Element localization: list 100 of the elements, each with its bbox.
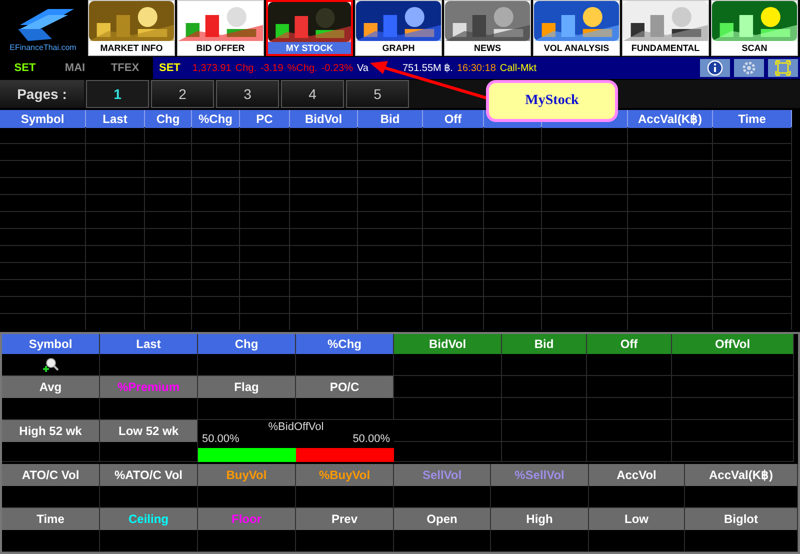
table-cell bbox=[290, 127, 358, 144]
column-header[interactable]: BidVol bbox=[290, 110, 358, 128]
nav-tile[interactable]: BID OFFER bbox=[177, 0, 264, 56]
ticker-text: 751.55M ฿. bbox=[402, 62, 453, 74]
field-label: High bbox=[526, 512, 553, 526]
table-cell bbox=[423, 229, 484, 246]
table-cell bbox=[192, 195, 240, 212]
page-tab[interactable]: 2 bbox=[151, 80, 214, 108]
table-cell bbox=[484, 229, 542, 246]
table-cell bbox=[423, 263, 484, 280]
table-cell bbox=[240, 212, 290, 229]
ticker-text: Va bbox=[356, 62, 368, 74]
table-cell bbox=[192, 263, 240, 280]
nav-tile[interactable]: NEWS bbox=[444, 0, 531, 56]
table-cell bbox=[290, 246, 358, 263]
ticker-text: %Chg. bbox=[287, 62, 318, 74]
column-header[interactable]: Symbol bbox=[0, 110, 86, 128]
page-tab[interactable]: 5 bbox=[346, 80, 409, 108]
table-cell bbox=[484, 144, 542, 161]
table-cell bbox=[290, 161, 358, 178]
nav-tile[interactable]: MY STOCK bbox=[266, 0, 353, 56]
table-cell bbox=[290, 229, 358, 246]
table-cell bbox=[240, 263, 290, 280]
table-cell bbox=[484, 161, 542, 178]
table-cell bbox=[423, 161, 484, 178]
field-label: Off bbox=[620, 337, 638, 351]
table-cell bbox=[145, 127, 192, 144]
nav-tile[interactable]: SCAN bbox=[711, 0, 798, 56]
table-cell bbox=[290, 297, 358, 314]
nav-tile[interactable]: MARKET INFO bbox=[88, 0, 175, 56]
fullscreen-button[interactable] bbox=[768, 59, 798, 77]
ticker-text: 1,373.91 bbox=[192, 62, 232, 74]
page-tab[interactable]: 3 bbox=[216, 80, 279, 108]
field-label: Last bbox=[136, 337, 161, 351]
field-label: Prev bbox=[331, 512, 358, 526]
table-cell bbox=[192, 229, 240, 246]
table-cell bbox=[290, 280, 358, 297]
table-cell bbox=[240, 161, 290, 178]
field-label: Flag bbox=[234, 380, 259, 394]
nav-tile[interactable]: VOL ANALYSIS bbox=[533, 0, 620, 56]
column-header[interactable]: Off bbox=[423, 110, 484, 128]
table-cell bbox=[358, 178, 423, 195]
table-cell bbox=[145, 161, 192, 178]
field-label: %Chg bbox=[328, 337, 362, 351]
field-label: %BuyVol bbox=[318, 468, 370, 482]
ticker-text: Chg. bbox=[235, 62, 256, 74]
table-cell bbox=[423, 127, 484, 144]
table-cell bbox=[86, 263, 145, 280]
table-cell bbox=[145, 297, 192, 314]
field-label: AccVal(K฿) bbox=[708, 468, 774, 482]
bid-percent: 50.00% bbox=[202, 433, 240, 445]
table-cell bbox=[86, 195, 145, 212]
zoom-add-icon[interactable] bbox=[42, 356, 60, 372]
field-label: Chg bbox=[234, 337, 258, 351]
page-tab[interactable]: 4 bbox=[281, 80, 344, 108]
table-cell bbox=[358, 212, 423, 229]
market-tab[interactable]: MAI bbox=[50, 62, 100, 74]
table-cell bbox=[240, 178, 290, 195]
table-cell bbox=[290, 263, 358, 280]
column-header[interactable]: Last bbox=[86, 110, 145, 128]
table-cell bbox=[423, 246, 484, 263]
info-button[interactable] bbox=[700, 59, 730, 77]
column-header[interactable]: %Chg bbox=[192, 110, 240, 128]
table-cell bbox=[86, 297, 145, 314]
field-label: Symbol bbox=[28, 337, 72, 351]
ticker-text: 16:30:18 bbox=[456, 62, 496, 74]
table-cell bbox=[240, 127, 290, 144]
table-cell bbox=[423, 178, 484, 195]
table-cell bbox=[358, 144, 423, 161]
table-cell bbox=[86, 280, 145, 297]
field-label: Time bbox=[36, 512, 64, 526]
table-cell bbox=[145, 212, 192, 229]
column-header[interactable]: Time bbox=[713, 110, 792, 128]
offer-percent: 50.00% bbox=[352, 433, 390, 445]
table-cell bbox=[192, 127, 240, 144]
field-label: BuyVol bbox=[226, 468, 267, 482]
column-header[interactable]: AccVal(K฿) bbox=[628, 110, 713, 128]
table-cell bbox=[484, 212, 542, 229]
table-cell bbox=[484, 195, 542, 212]
market-tab[interactable]: TFEX bbox=[100, 62, 150, 74]
callout-tooltip: MyStock bbox=[486, 80, 618, 122]
nav-tile[interactable]: FUNDAMENTAL bbox=[622, 0, 709, 56]
table-cell bbox=[192, 161, 240, 178]
table-cell bbox=[358, 229, 423, 246]
market-tab[interactable]: SET bbox=[0, 62, 50, 74]
table-cell bbox=[484, 178, 542, 195]
column-header[interactable]: PC bbox=[240, 110, 290, 128]
table-cell bbox=[86, 161, 145, 178]
page-tab[interactable]: 1 bbox=[86, 80, 149, 108]
column-header[interactable]: Bid bbox=[358, 110, 423, 128]
table-cell bbox=[240, 195, 290, 212]
column-header[interactable]: Chg bbox=[145, 110, 192, 128]
table-cell bbox=[423, 144, 484, 161]
table-cell bbox=[358, 280, 423, 297]
ticker-text: -0.23% bbox=[321, 62, 353, 74]
table-cell bbox=[240, 297, 290, 314]
logo-text: EFinanceThai.com bbox=[10, 43, 76, 52]
nav-tile[interactable]: GRAPH bbox=[355, 0, 442, 56]
field-label: BidVol bbox=[428, 337, 466, 351]
field-label: Ceiling bbox=[128, 512, 168, 526]
